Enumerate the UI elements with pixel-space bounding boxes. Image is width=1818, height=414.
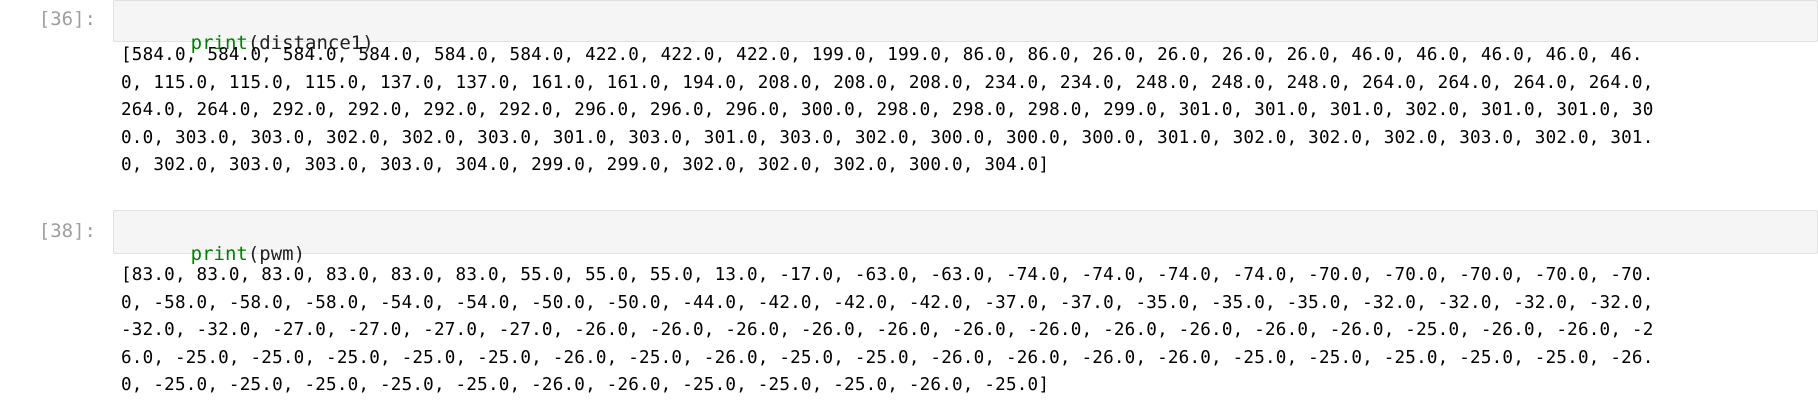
cell-prompt: [38]:: [38, 220, 96, 242]
output-line: 6.0, -25.0, -25.0, -25.0, -25.0, -25.0, …: [121, 347, 1654, 368]
code-input-area[interactable]: print(distance1): [113, 0, 1818, 54]
code-input-area[interactable]: print(pwm): [113, 210, 1818, 265]
output-line: 0, 302.0, 303.0, 303.0, 303.0, 304.0, 29…: [121, 155, 1050, 176]
cell-output: [584.0, 584.0, 584.0, 584.0, 584.0, 584.…: [121, 42, 1810, 180]
cell-prompt: [36]:: [38, 8, 96, 30]
output-line: [584.0, 584.0, 584.0, 584.0, 584.0, 584.…: [121, 45, 1643, 65]
output-line: -32.0, -32.0, -27.0, -27.0, -27.0, -27.0…: [121, 320, 1654, 341]
output-line: 0, -58.0, -58.0, -58.0, -54.0, -54.0, -5…: [121, 292, 1654, 313]
output-line: 0, -25.0, -25.0, -25.0, -25.0, -25.0, -2…: [121, 375, 1050, 396]
output-line: 0.0, 303.0, 303.0, 302.0, 302.0, 303.0, …: [121, 127, 1654, 148]
output-line: [83.0, 83.0, 83.0, 83.0, 83.0, 83.0, 55.…: [121, 265, 1654, 285]
output-line: 0, 115.0, 115.0, 115.0, 137.0, 137.0, 16…: [121, 72, 1654, 93]
cell-output: [83.0, 83.0, 83.0, 83.0, 83.0, 83.0, 55.…: [121, 262, 1810, 400]
notebook-cell-38[interactable]: [38]: print(pwm) [83.0, 83.0, 83.0, 83.0…: [0, 210, 1818, 410]
notebook-cell-36[interactable]: [36]: print(distance1) [584.0, 584.0, 58…: [0, 0, 1818, 180]
output-line: 264.0, 264.0, 292.0, 292.0, 292.0, 292.0…: [121, 100, 1654, 121]
